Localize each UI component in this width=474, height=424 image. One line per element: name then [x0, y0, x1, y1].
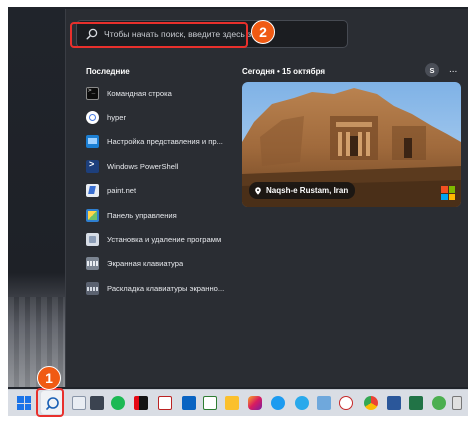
desktop-wallpaper: [8, 7, 66, 387]
twitter-icon[interactable]: [271, 396, 285, 410]
recent-section-title: Последние: [86, 67, 130, 76]
on-screen-keyboard-icon: [86, 257, 99, 271]
recent-item-install-programs[interactable]: Установка и удаление программ: [86, 227, 236, 251]
recent-item-label: Командная строка: [107, 88, 172, 98]
mail-icon[interactable]: [158, 396, 172, 410]
location-label: Naqsh-e Rustam, Iran: [266, 186, 349, 195]
maps-icon[interactable]: [432, 396, 446, 410]
telegram-icon[interactable]: [295, 396, 309, 410]
powershell-icon: [86, 159, 99, 173]
annotation-highlight-search-button: [36, 388, 64, 417]
start-icon[interactable]: [17, 396, 31, 410]
recent-item-keyboard-layout[interactable]: Раскладка клавиатуры экранно...: [86, 276, 236, 300]
instagram-icon[interactable]: [248, 396, 262, 410]
hyper-icon: [86, 111, 99, 125]
user-avatar[interactable]: S: [425, 63, 439, 77]
paint-icon: [86, 184, 99, 198]
clock-icon[interactable]: [203, 396, 217, 410]
recent-item-powershell[interactable]: Windows PowerShell: [86, 154, 236, 178]
recent-item-label: Windows PowerShell: [107, 161, 179, 171]
settings-window-icon: [86, 135, 99, 149]
chrome-icon[interactable]: [364, 396, 378, 410]
location-pin-icon: [255, 186, 261, 195]
spotify-icon[interactable]: [111, 396, 125, 410]
file-explorer-icon[interactable]: [72, 396, 86, 410]
recent-item-label: Экранная клавиатура: [107, 259, 184, 269]
desktop-screen: Последние Командная строка hyper Настрой…: [8, 7, 468, 416]
search-panel: Последние Командная строка hyper Настрой…: [65, 9, 468, 387]
recent-item-control-panel[interactable]: Панель управления: [86, 203, 236, 227]
annotation-badge-step-2: 2: [251, 20, 275, 44]
recent-item-cmd[interactable]: Командная строка: [86, 81, 236, 105]
calendar-icon[interactable]: [182, 396, 196, 410]
recent-item-on-screen-keyboard[interactable]: Экранная клавиатура: [86, 252, 236, 276]
recent-item-label: Установка и удаление программ: [107, 235, 222, 245]
recent-item-label: hyper: [107, 113, 126, 123]
recent-item-view-settings[interactable]: Настройка представления и пр...: [86, 130, 236, 154]
control-panel-icon: [86, 208, 99, 222]
microsoft-logo-icon: [441, 186, 455, 200]
recent-item-label: Панель управления: [107, 210, 177, 220]
media-player-icon[interactable]: [339, 396, 353, 410]
calculator-icon[interactable]: [90, 396, 104, 410]
photos-icon[interactable]: [317, 396, 331, 410]
recent-item-label: Раскладка клавиатуры экранно...: [107, 283, 225, 293]
today-section-title: Сегодня • 15 октября: [242, 67, 326, 76]
annotation-badge-step-1: 1: [37, 366, 61, 390]
recent-item-label: Настройка представления и пр...: [107, 137, 223, 147]
daily-photo-card[interactable]: Naqsh-e Rustam, Iran: [242, 82, 461, 207]
notes-icon[interactable]: [225, 396, 239, 410]
taskbar: [8, 389, 468, 416]
keyboard-layout-icon: [86, 281, 99, 295]
location-pill[interactable]: Naqsh-e Rustam, Iran: [249, 182, 356, 199]
word-icon[interactable]: [387, 396, 401, 410]
recent-item-hyper[interactable]: hyper: [86, 105, 236, 129]
more-options-button[interactable]: ...: [449, 63, 457, 77]
cmd-icon: [86, 86, 99, 100]
install-programs-icon: [86, 233, 99, 247]
recent-item-paint-net[interactable]: paint.net: [86, 179, 236, 203]
netflix-icon[interactable]: [134, 396, 148, 410]
excel-icon[interactable]: [409, 396, 423, 410]
annotation-highlight-search-box: [70, 22, 248, 48]
recent-item-label: paint.net: [107, 186, 137, 196]
recent-list: Командная строка hyper Настройка предста…: [86, 81, 236, 301]
store-icon[interactable]: [452, 396, 462, 410]
